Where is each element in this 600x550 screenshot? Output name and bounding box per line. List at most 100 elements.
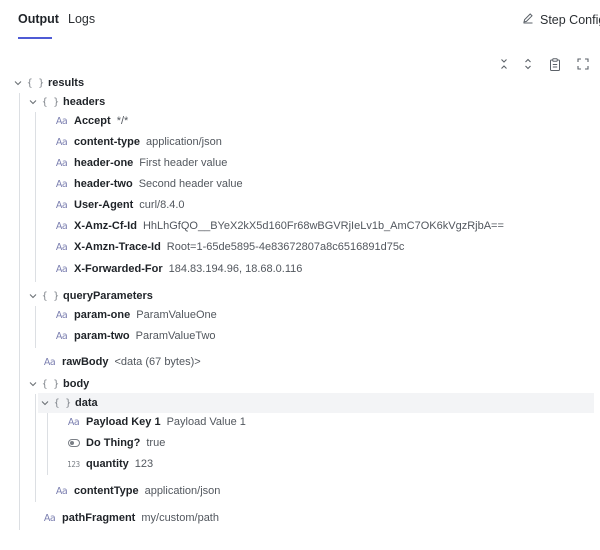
tree-leaf-content-type-body: Aa contentType application/json (55, 481, 221, 501)
object-icon: { } (53, 397, 72, 409)
active-tab-indicator (18, 37, 52, 39)
tree-leaf-user-agent: Aa User-Agent curl/8.4.0 (55, 195, 185, 215)
tree-key: contentType (74, 485, 139, 497)
object-icon: { } (41, 378, 60, 390)
clipboard-icon[interactable] (547, 56, 563, 72)
tree-value: ParamValueTwo (135, 330, 216, 342)
text-type-icon: Aa (55, 330, 68, 342)
tree-value: 184.83.194.96, 18.68.0.116 (168, 263, 303, 275)
tree-guide-body (35, 394, 36, 502)
number-type-icon: 123 (67, 459, 80, 469)
tree-key: User-Agent (74, 199, 134, 211)
text-type-icon: Aa (55, 263, 68, 275)
tree-node-results[interactable]: { } results (13, 73, 90, 93)
tree-node-data[interactable]: { } data (38, 393, 594, 413)
tree-key: queryParameters (63, 290, 153, 302)
collapse-all-icon[interactable] (496, 56, 512, 72)
text-type-icon: Aa (55, 136, 68, 148)
tree-value: */* (116, 115, 129, 127)
tree-key: header-one (74, 157, 134, 169)
object-icon: { } (26, 77, 45, 89)
text-type-icon: Aa (55, 220, 68, 232)
tree-value: true (146, 437, 166, 449)
tree-guide-data (47, 413, 48, 475)
step-config-button[interactable]: Step Config (522, 12, 600, 27)
tree-leaf-content-type: Aa content-type application/json (55, 132, 222, 152)
tree-key: content-type (74, 136, 140, 148)
step-config-label: Step Config (540, 12, 600, 27)
tab-output[interactable]: Output (18, 12, 59, 26)
tree-key: param-two (74, 330, 130, 342)
tree-key: results (48, 77, 85, 89)
tree-key: rawBody (62, 356, 109, 368)
chevron-down-icon[interactable] (40, 398, 50, 408)
tree-guide-results (19, 93, 20, 530)
tree-leaf-param-two: Aa param-two ParamValueTwo (55, 326, 216, 346)
tree-leaf-amz-cf-id: Aa X-Amz-Cf-Id HhLhGfQO__BYeX2kX5d160Fr6… (55, 216, 504, 236)
tree-key: Payload Key 1 (86, 416, 161, 428)
tree-node-query-parameters[interactable]: { } queryParameters (28, 286, 159, 306)
tree-value: HhLhGfQO__BYeX2kX5d160Fr68wBGVRjIeLv1b_A… (142, 220, 504, 232)
output-tabs: Output Logs Step Config (0, 0, 600, 40)
tree-leaf-param-one: Aa param-one ParamValueOne (55, 305, 217, 325)
tree-key: Accept (74, 115, 111, 127)
tab-logs[interactable]: Logs (68, 12, 95, 26)
tree-leaf-accept: Aa Accept */* (55, 111, 128, 131)
tree-key: X-Forwarded-For (74, 263, 163, 275)
text-type-icon: Aa (55, 115, 68, 127)
tree-key: Do Thing? (86, 437, 141, 449)
tree-leaf-header-two: Aa header-two Second header value (55, 174, 243, 194)
tree-leaf-raw-body: Aa rawBody <data (67 bytes)> (43, 352, 201, 372)
object-icon: { } (41, 290, 60, 302)
text-type-icon: Aa (55, 485, 68, 497)
tree-value: ParamValueOne (136, 309, 217, 321)
tree-key: param-one (74, 309, 131, 321)
object-icon: { } (41, 96, 60, 108)
tree-value: Second header value (138, 178, 243, 190)
tree-value: curl/8.4.0 (139, 199, 185, 211)
tree-value: First header value (139, 157, 228, 169)
chevron-down-icon[interactable] (28, 291, 38, 301)
text-type-icon: Aa (55, 309, 68, 321)
tree-key: data (75, 397, 98, 409)
tree-leaf-forwarded-for: Aa X-Forwarded-For 184.83.194.96, 18.68.… (55, 259, 303, 279)
chevron-down-icon[interactable] (28, 97, 38, 107)
pencil-icon (522, 12, 534, 27)
tree-leaf-header-one: Aa header-one First header value (55, 153, 228, 173)
toggle-icon (67, 439, 80, 447)
tree-leaf-payload-key-1: Aa Payload Key 1 Payload Value 1 (67, 412, 246, 432)
expand-all-icon[interactable] (520, 56, 536, 72)
tree-value: <data (67 bytes)> (114, 356, 201, 368)
text-type-icon: Aa (55, 178, 68, 190)
tree-leaf-quantity: 123 quantity 123 (67, 454, 153, 474)
tree-key: body (63, 378, 90, 390)
tree-key: X-Amzn-Trace-Id (74, 241, 161, 253)
chevron-down-icon[interactable] (28, 379, 38, 389)
text-type-icon: Aa (43, 512, 56, 524)
tree-guide-query (35, 306, 36, 348)
tree-node-headers[interactable]: { } headers (28, 92, 111, 112)
tree-value: 123 (134, 458, 154, 470)
tree-key: pathFragment (62, 512, 136, 524)
tree-key: quantity (86, 458, 129, 470)
fullscreen-icon[interactable] (575, 56, 591, 72)
tree-guide-headers (35, 112, 36, 282)
tree-value: application/json (146, 136, 222, 148)
text-type-icon: Aa (67, 416, 80, 428)
tree-key: headers (63, 96, 106, 108)
tree-value: application/json (144, 485, 221, 497)
tree-value: Payload Value 1 (166, 416, 246, 428)
text-type-icon: Aa (55, 199, 68, 211)
chevron-down-icon[interactable] (13, 78, 23, 88)
text-type-icon: Aa (43, 356, 56, 368)
tree-key: header-two (74, 178, 133, 190)
tree-value: my/custom/path (141, 512, 219, 524)
tree-key: X-Amz-Cf-Id (74, 220, 137, 232)
tree-leaf-amzn-trace-id: Aa X-Amzn-Trace-Id Root=1-65de5895-4e836… (55, 237, 405, 257)
tree-leaf-path-fragment: Aa pathFragment my/custom/path (43, 508, 219, 528)
tree-node-body[interactable]: { } body (28, 374, 95, 394)
tree-value: Root=1-65de5895-4e83672807a8c6516891d75c (166, 241, 405, 253)
text-type-icon: Aa (55, 157, 68, 169)
text-type-icon: Aa (55, 241, 68, 253)
tree-leaf-do-thing: Do Thing? true (67, 433, 165, 453)
